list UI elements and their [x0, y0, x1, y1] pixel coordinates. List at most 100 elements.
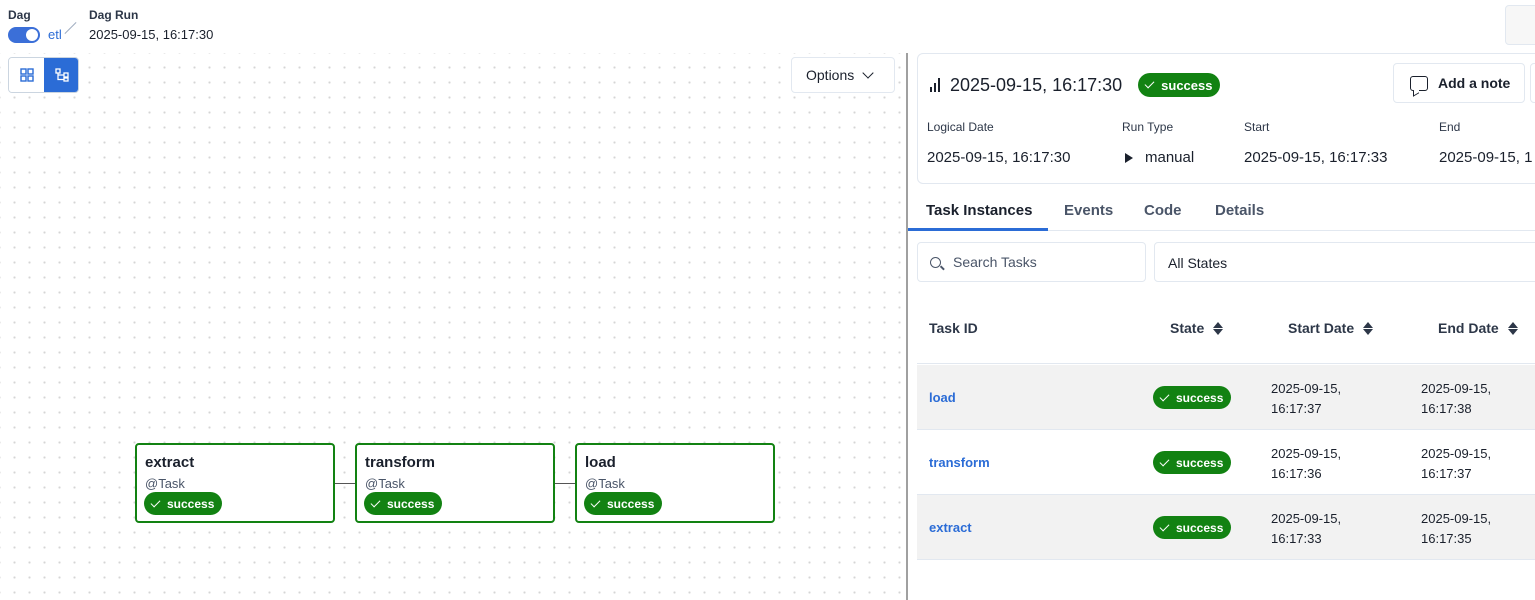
state-cell: success: [1153, 516, 1232, 539]
task-id-link[interactable]: load: [929, 390, 956, 405]
view-toggle: [8, 57, 79, 93]
meta-label: Start: [1244, 120, 1270, 134]
grid-icon: [19, 68, 34, 82]
tab-task-instances[interactable]: Task Instances: [908, 191, 1048, 231]
sort-icon: [1507, 321, 1518, 335]
status-text: success: [387, 496, 435, 511]
breadcrumb-separator: [64, 21, 77, 35]
check-icon: [1159, 391, 1170, 401]
end-date-cell: 2025-09-15, 16:17:37: [1421, 444, 1531, 484]
add-note-button[interactable]: Add a note: [1393, 63, 1525, 103]
run-type: Run Type manual: [1122, 120, 1194, 166]
state-filter-select[interactable]: All States: [1154, 242, 1535, 282]
task-node-transform[interactable]: transform @Task success: [355, 443, 555, 523]
task-node-extract[interactable]: extract @Task success: [135, 443, 335, 523]
status-badge: success: [584, 492, 663, 515]
run-type-value: manual: [1145, 149, 1195, 166]
date-text: 2025-09-15,: [1271, 446, 1342, 461]
meta-value: 2025-09-15, 16:17:30: [927, 149, 1071, 166]
graph-panel[interactable]: Options extract @Task success transform …: [0, 53, 906, 600]
task-node-operator: @Task: [145, 476, 185, 491]
sort-icon: [1363, 321, 1374, 335]
table-row: transform success 2025-09-15, 16:17:36 20…: [917, 430, 1535, 495]
time-text: 16:17:37: [1421, 466, 1472, 481]
graph-icon: [54, 68, 69, 82]
check-icon: [1159, 521, 1170, 531]
sort-icon: [1213, 321, 1224, 335]
breadcrumb-dag-run: Dag Run 2025-09-15, 16:17:30: [89, 8, 289, 42]
bar-chart-icon: [930, 78, 940, 92]
play-icon: [1125, 152, 1133, 163]
options-button[interactable]: Options: [791, 57, 895, 93]
time-text: 16:17:35: [1421, 531, 1472, 546]
status-badge: success: [1153, 386, 1232, 409]
graph-edge: [554, 483, 576, 484]
check-icon: [590, 497, 601, 507]
end-date-cell: 2025-09-15, 16:17:35: [1421, 509, 1531, 549]
status-text: success: [167, 496, 215, 511]
tab-events[interactable]: Events: [1064, 191, 1113, 231]
task-id-link[interactable]: extract: [929, 520, 972, 535]
task-id-link[interactable]: transform: [929, 455, 990, 470]
time-text: 16:17:38: [1421, 401, 1472, 416]
search-input[interactable]: [953, 254, 1133, 270]
header-label: Task ID: [929, 320, 978, 336]
top-search-button[interactable]: [1505, 5, 1535, 45]
end-date-cell: 2025-09-15, 16:17:38: [1421, 379, 1531, 419]
status-badge: success: [144, 492, 223, 515]
tab-details[interactable]: Details: [1215, 191, 1264, 231]
start-date-cell: 2025-09-15, 16:17:37: [1271, 379, 1381, 419]
add-note-label: Add a note: [1438, 75, 1511, 91]
graph-view-button[interactable]: [44, 58, 78, 92]
time-text: 16:17:36: [1271, 466, 1322, 481]
status-text: success: [1176, 455, 1224, 470]
check-icon: [1144, 78, 1155, 89]
task-node-operator: @Task: [585, 476, 625, 491]
check-icon: [1159, 456, 1170, 466]
date-text: 2025-09-15,: [1271, 381, 1342, 396]
task-node-name: load: [585, 454, 616, 471]
column-header-state[interactable]: State: [1170, 320, 1224, 336]
chevron-down-icon: [862, 67, 874, 79]
breadcrumb-run-value: 2025-09-15, 16:17:30: [89, 27, 214, 42]
meta-value: 2025-09-15, 16:17:33: [1244, 149, 1388, 166]
breadcrumb-dag-label: Dag: [8, 8, 31, 22]
grid-view-button[interactable]: [9, 58, 44, 92]
breadcrumb-dag-link[interactable]: etl: [48, 27, 62, 42]
run-action-button[interactable]: [1530, 63, 1535, 103]
logical-date: Logical Date 2025-09-15, 16:17:30: [927, 120, 1070, 166]
check-icon: [370, 497, 381, 507]
toggle-knob: [26, 29, 38, 41]
state-cell: success: [1153, 451, 1232, 474]
time-text: 16:17:37: [1271, 401, 1322, 416]
status-text: success: [1161, 77, 1213, 93]
task-node-load[interactable]: load @Task success: [575, 443, 775, 523]
meta-value: 2025-09-15, 1: [1439, 149, 1533, 166]
run-status-badge: success: [1138, 73, 1221, 97]
state-cell: success: [1153, 386, 1232, 409]
column-header-task-id[interactable]: Task ID: [929, 320, 978, 336]
run-title-row: 2025-09-15, 16:17:30 success: [930, 73, 1221, 97]
column-header-end-date[interactable]: End Date: [1438, 320, 1518, 336]
header-label: State: [1170, 320, 1205, 336]
breadcrumb-dag: Dag etl: [8, 8, 68, 43]
column-header-start-date[interactable]: Start Date: [1288, 320, 1374, 336]
panel-resize-handle[interactable]: [906, 53, 908, 600]
graph-edge: [334, 483, 356, 484]
dag-run-card: 2025-09-15, 16:17:30 success Add a note …: [917, 53, 1535, 184]
message-icon: [1410, 75, 1428, 91]
search-icon: [930, 256, 941, 268]
tab-code[interactable]: Code: [1144, 191, 1182, 231]
date-text: 2025-09-15,: [1421, 446, 1492, 461]
table-row: extract success 2025-09-15, 16:17:33 2025…: [917, 495, 1535, 560]
meta-label: Run Type: [1122, 120, 1174, 134]
task-search: [917, 242, 1146, 282]
meta-value: manual: [1122, 149, 1194, 166]
date-text: 2025-09-15,: [1421, 381, 1492, 396]
date-text: 2025-09-15,: [1271, 511, 1342, 526]
dag-pause-toggle[interactable]: [8, 27, 40, 43]
check-icon: [150, 497, 161, 507]
table-row: load success 2025-09-15, 16:17:37 2025-09…: [917, 365, 1535, 430]
options-label: Options: [806, 67, 855, 83]
start-date-cell: 2025-09-15, 16:17:36: [1271, 444, 1381, 484]
